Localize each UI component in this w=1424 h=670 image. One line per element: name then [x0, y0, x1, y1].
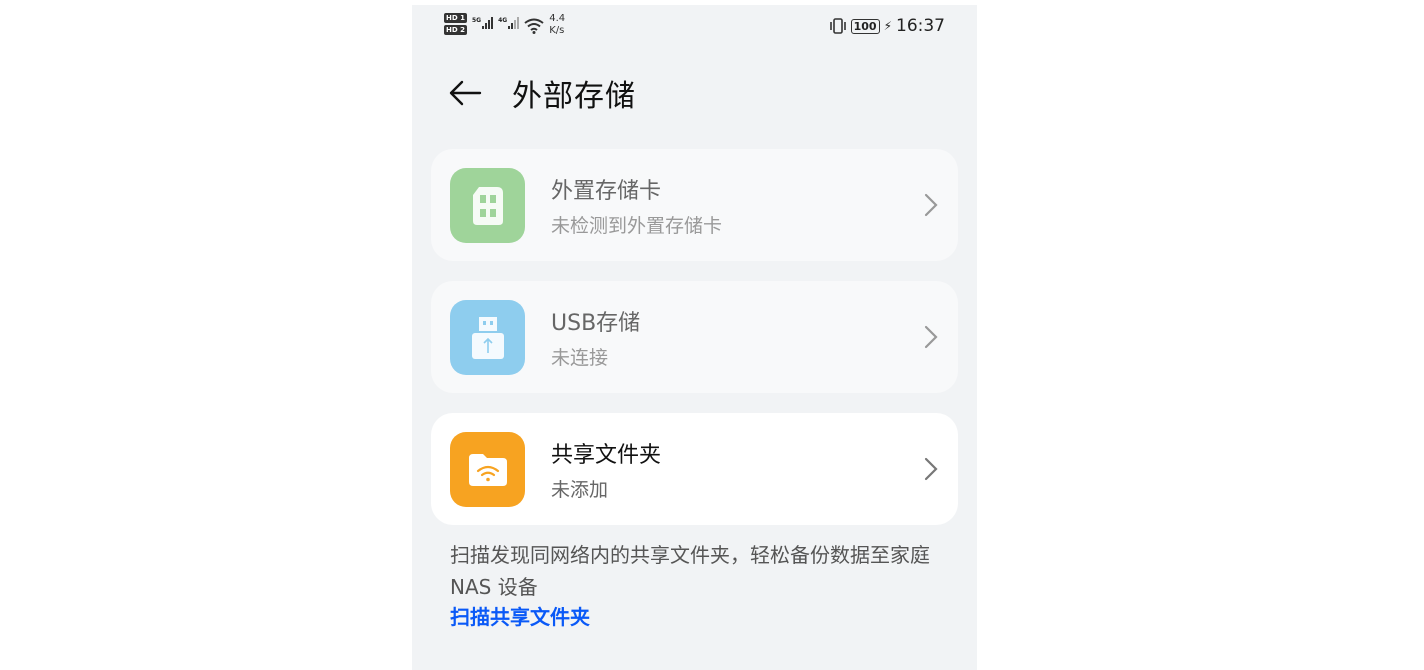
status-left: HD 1 HD 2 5G 4G 4.4 K/s — [444, 13, 565, 37]
sim2-badge: HD 2 — [444, 25, 467, 35]
net-type-label: 4G — [498, 17, 508, 24]
page-header: 外部存储 — [448, 71, 636, 115]
chevron-right-icon — [924, 457, 938, 481]
status-bar: HD 1 HD 2 5G 4G 4.4 K/s 100 ⚡ 16:37 — [412, 5, 977, 49]
page-title: 外部存储 — [512, 79, 636, 114]
sd-card-icon-tile — [450, 168, 525, 243]
wifi-icon — [524, 18, 544, 34]
chevron-right-icon — [924, 325, 938, 349]
vibrate-icon — [829, 18, 846, 34]
status-right: 100 ⚡ 16:37 — [829, 16, 945, 36]
signal-4g: 4G — [498, 17, 520, 29]
net-type-label: 5G — [471, 17, 482, 24]
sim-indicators: HD 1 HD 2 — [444, 13, 467, 35]
signal-icon — [508, 17, 520, 29]
arrow-left-icon — [449, 80, 482, 106]
signal-5g: 5G — [471, 17, 494, 29]
battery-icon: 100 — [850, 18, 880, 34]
speed-value: 4.4 — [549, 13, 566, 24]
item-title: 外置存储卡 — [551, 179, 662, 204]
shared-folder-description: 扫描发现同网络内的共享文件夹，轻松备份数据至家庭 NAS 设备 — [450, 543, 930, 599]
item-subtitle: 未检测到外置存储卡 — [551, 215, 723, 237]
item-title: USB存储 — [551, 311, 641, 336]
clock: 16:37 — [896, 16, 945, 36]
usb-drive-icon — [471, 316, 504, 359]
signal-icon — [482, 17, 494, 29]
item-subtitle: 未添加 — [551, 479, 609, 501]
sd-card-icon — [472, 186, 503, 225]
shared-folder-icon-tile — [450, 432, 525, 507]
external-sd-card-item[interactable]: 外置存储卡 未检测到外置存储卡 — [431, 149, 958, 261]
network-speed: 4.4 K/s — [549, 13, 565, 37]
shared-folder-item[interactable]: 共享文件夹 未添加 — [431, 413, 958, 525]
scan-shared-folder-link[interactable]: 扫描共享文件夹 — [450, 601, 590, 630]
phone-screen: HD 1 HD 2 5G 4G 4.4 K/s 100 ⚡ 16:37 外部存储… — [412, 5, 977, 670]
speed-unit: K/s — [549, 25, 565, 36]
sim1-badge: HD 1 — [444, 13, 467, 23]
item-title: 共享文件夹 — [551, 443, 662, 468]
item-subtitle: 未连接 — [551, 347, 609, 369]
usb-storage-item[interactable]: USB存储 未连接 — [431, 281, 958, 393]
chevron-right-icon — [924, 193, 938, 217]
back-button[interactable] — [448, 71, 492, 115]
usb-icon-tile — [450, 300, 525, 375]
network-folder-icon — [468, 453, 507, 486]
charging-icon: ⚡ — [883, 19, 892, 33]
